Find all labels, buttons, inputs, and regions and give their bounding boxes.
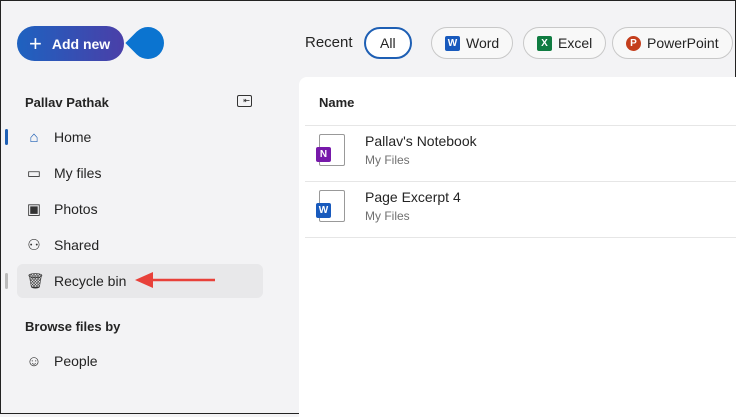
onenote-file-icon: N xyxy=(316,134,345,166)
file-row[interactable]: N Pallav's Notebook My Files xyxy=(316,126,477,174)
recent-label: Recent xyxy=(305,34,353,51)
filter-powerpoint[interactable]: P PowerPoint xyxy=(612,27,733,59)
file-row[interactable]: W Page Excerpt 4 My Files xyxy=(316,182,461,230)
hover-indicator xyxy=(5,273,8,289)
plus-icon: + xyxy=(29,30,42,56)
image-icon: ▣ xyxy=(26,201,42,218)
column-name-header[interactable]: Name xyxy=(319,95,354,110)
folder-icon: ▭ xyxy=(26,165,42,182)
home-icon: ⌂ xyxy=(29,128,39,146)
word-icon: W xyxy=(445,35,460,51)
active-indicator xyxy=(5,129,8,145)
cursor-marker-icon xyxy=(125,20,171,66)
add-new-button[interactable]: + Add new xyxy=(17,26,124,61)
sidebar-item-photos[interactable]: ▣ Photos xyxy=(17,192,263,226)
file-list: Name N Pallav's Notebook My Files W Page Ex… xyxy=(299,77,736,417)
filter-word[interactable]: W Word xyxy=(431,27,514,59)
annotation-arrow-icon xyxy=(135,272,215,288)
filter-all[interactable]: All xyxy=(364,27,412,59)
collapse-sidebar-icon[interactable]: ⇤ xyxy=(237,95,252,107)
user-name: Pallav Pathak xyxy=(25,95,109,110)
people-icon: ⚇ xyxy=(27,237,41,254)
powerpoint-icon: P xyxy=(626,35,641,51)
sidebar-item-my-files[interactable]: ▭ My files xyxy=(17,156,263,190)
sidebar-item-people[interactable]: ☺ People xyxy=(17,344,263,378)
person-icon: ☺ xyxy=(26,352,42,370)
trash-icon: 🗑︎ xyxy=(26,273,46,290)
excel-icon: X xyxy=(537,35,552,51)
browse-heading: Browse files by xyxy=(25,319,121,334)
sidebar-item-home[interactable]: ⌂ Home xyxy=(17,120,263,154)
filter-excel[interactable]: X Excel xyxy=(523,27,607,59)
sidebar-item-shared[interactable]: ⚇ Shared xyxy=(17,228,263,262)
word-file-icon: W xyxy=(316,190,345,222)
